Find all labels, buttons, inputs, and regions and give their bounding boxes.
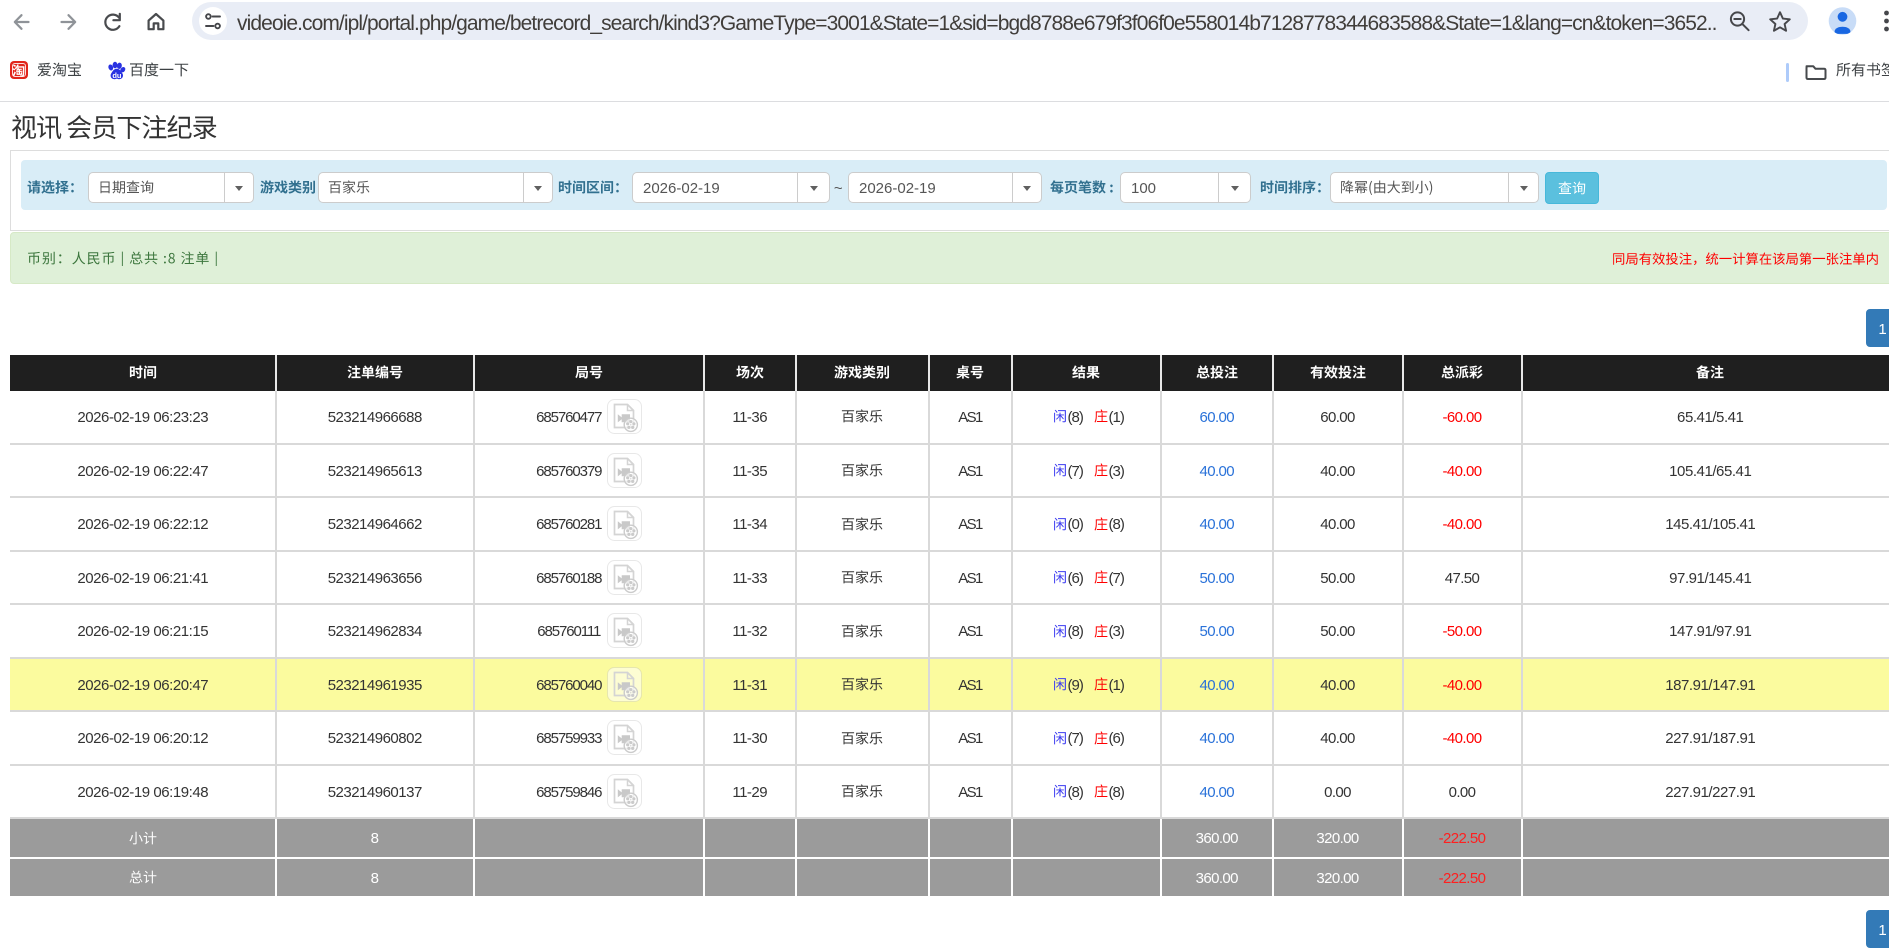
- svg-text:du: du: [112, 71, 122, 80]
